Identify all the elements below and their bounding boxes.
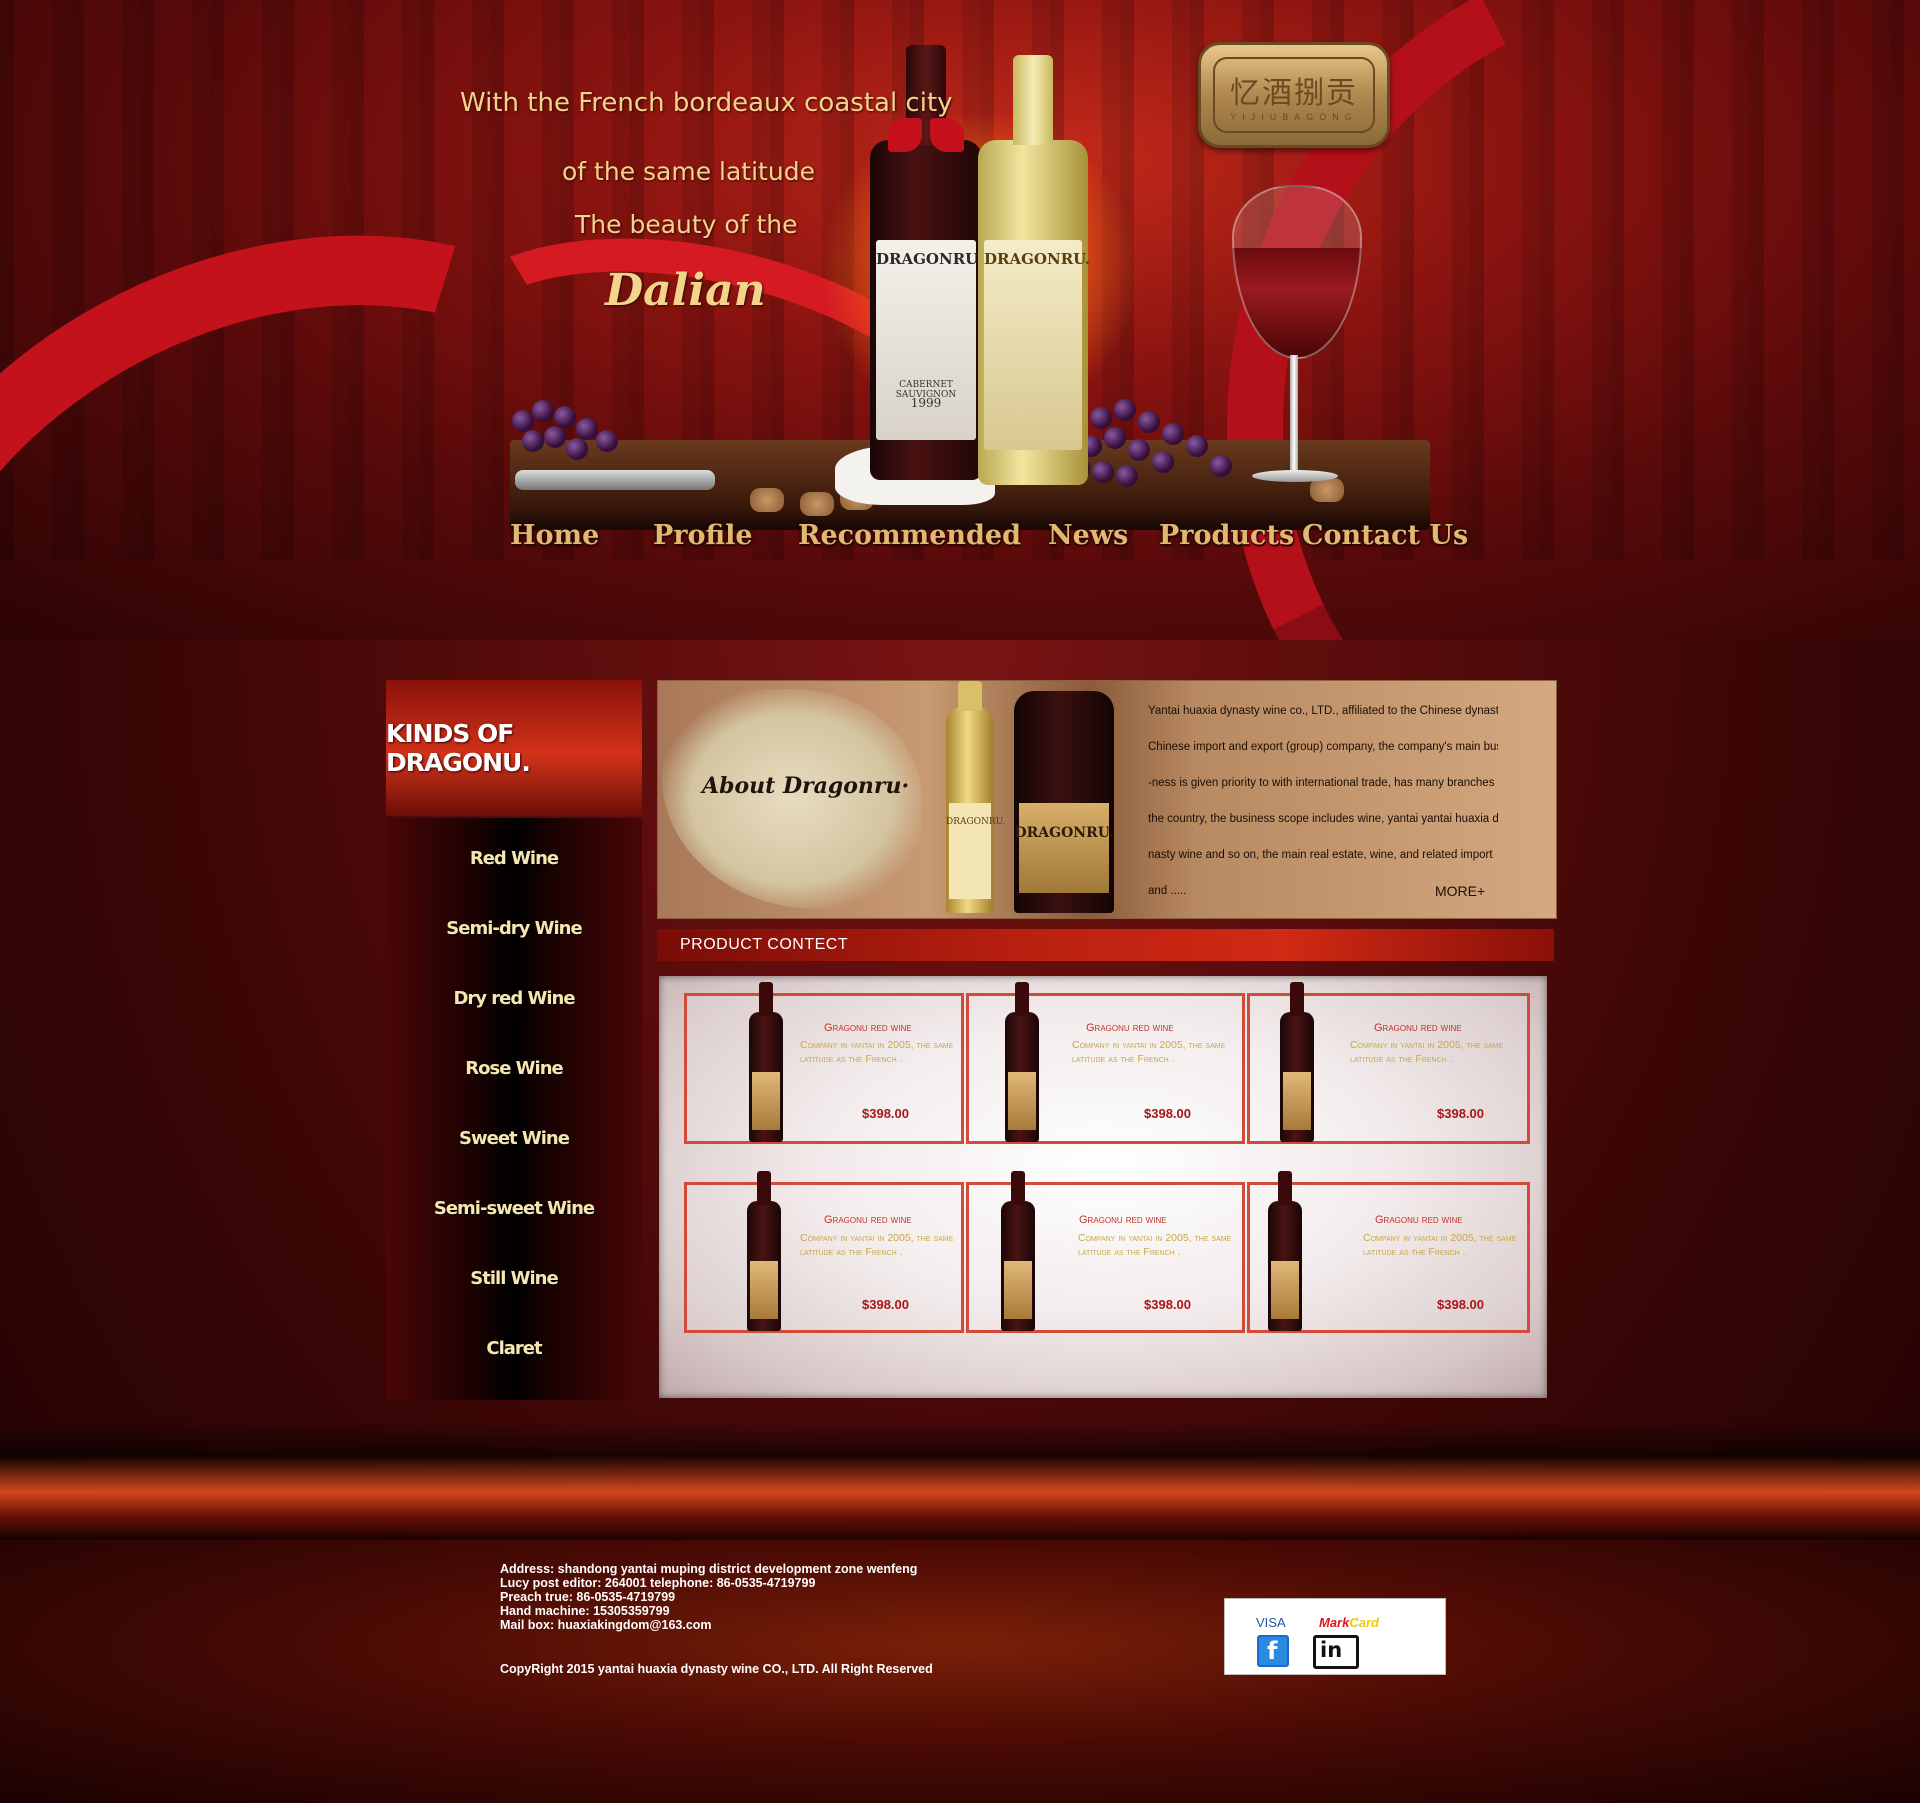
nav-home[interactable]: Home — [510, 520, 599, 551]
brand-logo[interactable]: 忆酒捌贡 YIJIUBAGONG — [1198, 42, 1390, 148]
footer-line: Address: shandong yantai muping district… — [500, 1562, 918, 1576]
footer-copyright: CopyRight 2015 yantai huaxia dynasty win… — [500, 1662, 933, 1676]
logo-subtitle: YIJIUBAGONG — [1230, 112, 1358, 122]
wine-glass-foot — [1252, 470, 1338, 482]
mastercard-label[interactable]: MarkCard — [1319, 1615, 1379, 1630]
product-section-title: PRODUCT CONTECT — [680, 936, 849, 953]
nav-contact-us[interactable]: Contact Us — [1302, 520, 1468, 551]
footer-line: Hand machine: 15305359799 — [500, 1604, 670, 1618]
product-description: Company in yantai in 2005, the same lati… — [1078, 1232, 1232, 1258]
product-card[interactable]: Gragonu red wine Company in yantai in 20… — [684, 1171, 964, 1333]
cork — [800, 492, 834, 516]
white-wine-bottle: DRAGONRU. — [978, 55, 1091, 485]
about-line: -ness is given priority to with internat… — [1148, 777, 1498, 789]
bottle-brand: DRAGONRU. — [876, 250, 983, 268]
about-line: Chinese import and export (group) compan… — [1148, 741, 1498, 753]
about-line: nasty wine and so on, the main real esta… — [1148, 849, 1493, 861]
sidebar-item-semi-sweet-wine[interactable]: Semi-sweet Wine — [386, 1198, 642, 1219]
sidebar-item-still-wine[interactable]: Still Wine — [386, 1268, 642, 1289]
product-card[interactable]: Gragonu red wine Company in yantai in 20… — [1247, 982, 1530, 1144]
bottle-brand: DRAGONRU. — [1014, 825, 1114, 841]
bottle-brand: DRAGONRU. — [984, 250, 1091, 268]
product-name: Gragonu red wine — [1079, 1214, 1167, 1226]
product-price: $398.00 — [1144, 1106, 1191, 1121]
product-price: $398.00 — [862, 1106, 909, 1121]
product-section-header: PRODUCT CONTECT — [657, 929, 1554, 961]
mastercard-mark: Mark — [1319, 1615, 1350, 1630]
main-nav: Home Profile Recommended News Products C… — [0, 520, 1920, 570]
cork — [750, 488, 784, 512]
sidebar-category-list: Red Wine Semi-dry Wine Dry red Wine Rose… — [386, 818, 642, 1400]
product-name: Gragonu red wine — [1086, 1022, 1174, 1034]
hero-city: Dalian — [605, 265, 766, 316]
nav-products[interactable]: Products — [1159, 520, 1294, 551]
product-card[interactable]: Gragonu red wine Company in yantai in 20… — [1247, 1171, 1530, 1333]
mastercard-card: Card — [1349, 1615, 1379, 1630]
hero-tagline-2: of the same latitude — [562, 157, 815, 186]
bottle-vintage: 1999 — [910, 396, 942, 410]
product-name: Gragonu red wine — [824, 1022, 912, 1034]
product-description: Company in yantai in 2005, the same lati… — [1072, 1039, 1226, 1065]
red-wine-bottle: DRAGONRU. CABERNET SAUVIGNON 1999 — [870, 45, 983, 480]
about-line: the country, the business scope includes… — [1148, 813, 1498, 825]
red-wine-bottle: DRAGONRU. — [1014, 691, 1114, 913]
sidebar-item-sweet-wine[interactable]: Sweet Wine — [386, 1128, 642, 1149]
product-grid: Gragonu red wine Company in yantai in 20… — [659, 976, 1547, 1398]
footer-address: Address: shandong yantai muping district… — [500, 1562, 917, 1632]
footer-line: Lucy post editor: 264001 telephone: 86-0… — [500, 1576, 816, 1590]
nav-news[interactable]: News — [1048, 520, 1128, 551]
hero-tagline-1: With the French bordeaux coastal city — [460, 88, 953, 118]
product-description: Company in yantai in 2005, the same lati… — [800, 1232, 954, 1258]
product-price: $398.00 — [1144, 1297, 1191, 1312]
grapes-left — [512, 400, 622, 480]
more-link[interactable]: MORE+ — [1435, 883, 1485, 899]
wine-glass-stem — [1290, 355, 1298, 475]
footer-line: Preach true: 86-0535-4719799 — [500, 1590, 676, 1604]
product-card[interactable]: Gragonu red wine Company in yantai in 20… — [966, 982, 1245, 1144]
nav-recommended[interactable]: Recommended — [798, 520, 1021, 551]
sidebar-item-dry-red-wine[interactable]: Dry red Wine — [386, 988, 642, 1009]
product-card[interactable]: Gragonu red wine Company in yantai in 20… — [966, 1171, 1245, 1333]
sidebar-item-semi-dry-wine[interactable]: Semi-dry Wine — [386, 918, 642, 939]
sidebar-item-rose-wine[interactable]: Rose Wine — [386, 1058, 642, 1079]
about-description: Yantai huaxia dynasty wine co., LTD., af… — [1148, 693, 1498, 909]
sidebar-title: KINDS OF DRAGONU. — [386, 719, 531, 777]
about-line: Yantai huaxia dynasty wine co., LTD., af… — [1148, 705, 1498, 717]
red-bow — [888, 118, 964, 152]
product-name: Gragonu red wine — [1374, 1022, 1462, 1034]
product-description: Company in yantai in 2005, the same lati… — [1363, 1232, 1517, 1258]
product-card[interactable]: Gragonu red wine Company in yantai in 20… — [684, 982, 964, 1144]
visa-label[interactable]: VISA — [1256, 1615, 1286, 1630]
product-description: Company in yantai in 2005, the same lati… — [800, 1039, 954, 1065]
product-price: $398.00 — [1437, 1297, 1484, 1312]
product-price: $398.00 — [862, 1297, 909, 1312]
white-wine-bottle: DRAGONRU. — [946, 681, 1006, 913]
sidebar-item-red-wine[interactable]: Red Wine — [386, 848, 642, 869]
sidebar-item-claret[interactable]: Claret — [386, 1338, 642, 1359]
product-price: $398.00 — [1437, 1106, 1484, 1121]
cork — [1310, 478, 1344, 502]
footer-background — [0, 1540, 1920, 1803]
sidebar-header: KINDS OF DRAGONU. — [386, 680, 642, 816]
bottle-brand: DRAGONRU. — [946, 817, 1006, 827]
product-name: Gragonu red wine — [824, 1214, 912, 1226]
payment-social-box: VISA MarkCard f in — [1224, 1598, 1446, 1675]
hero-tagline-3: The beauty of the — [575, 210, 798, 239]
about-panel: About Dragonru· DRAGONRU. DRAGONRU. Yant… — [657, 680, 1557, 919]
nav-profile[interactable]: Profile — [653, 520, 753, 551]
product-name: Gragonu red wine — [1375, 1214, 1463, 1226]
logo-mark: 忆酒捌贡 — [1230, 76, 1358, 111]
facebook-icon[interactable]: f — [1257, 1635, 1289, 1667]
linkedin-icon[interactable]: in — [1313, 1635, 1359, 1669]
product-description: Company in yantai in 2005, the same lati… — [1350, 1039, 1504, 1065]
footer-line: Mail box: huaxiakingdom@163.com — [500, 1618, 712, 1632]
about-title: About Dragonru· — [702, 773, 910, 799]
footer-floor-glow — [0, 1420, 1920, 1540]
parchment-graphic — [662, 689, 922, 909]
